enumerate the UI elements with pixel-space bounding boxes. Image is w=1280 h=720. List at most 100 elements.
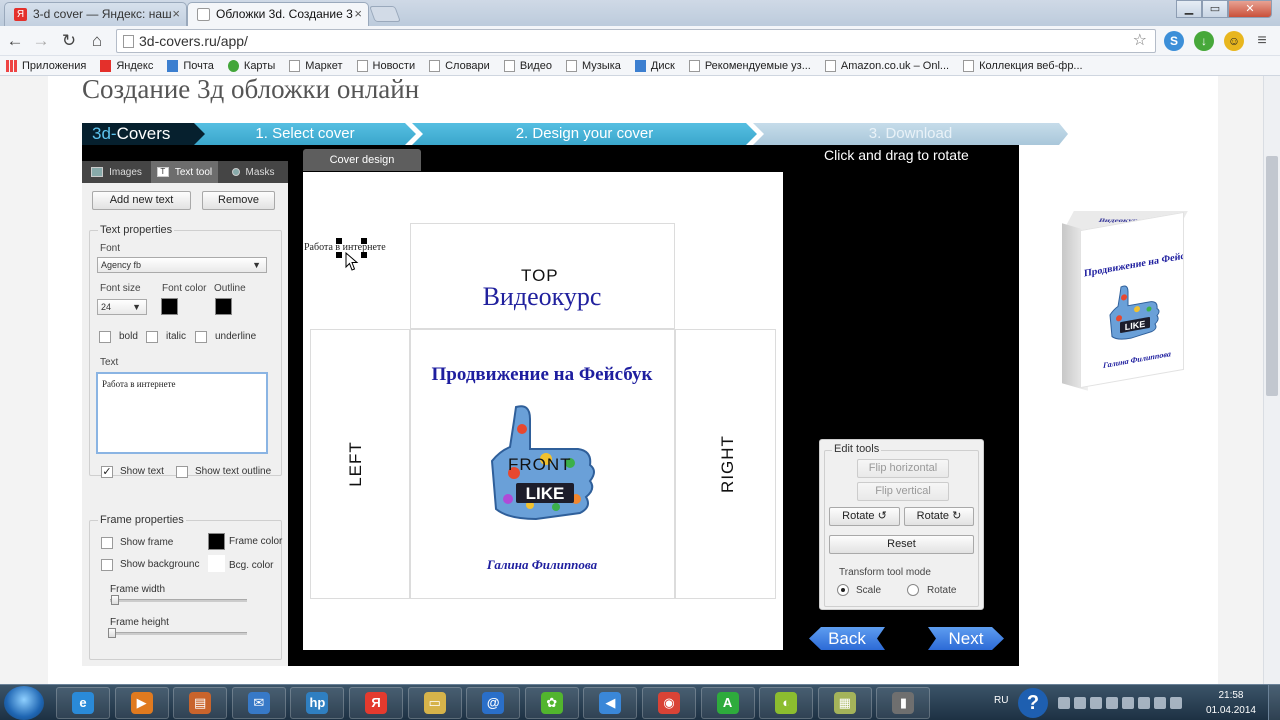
underline-checkbox[interactable]: [195, 331, 207, 343]
tray-app-icon[interactable]: [1106, 697, 1118, 709]
frame-width-slider[interactable]: [110, 599, 247, 602]
resize-handle[interactable]: [336, 252, 342, 258]
taskbar-app-button[interactable]: ▦: [817, 687, 872, 719]
font-select[interactable]: Agency fb ▼: [97, 257, 267, 273]
3d-cover-preview[interactable]: Видеокурс Продвижение на Фейсбук LIKE Га…: [1062, 211, 1188, 391]
bookmark-item[interactable]: Amazon.co.uk – Onl...: [824, 59, 949, 72]
resize-handle[interactable]: [361, 252, 367, 258]
show-text-checkbox[interactable]: ✓: [101, 466, 113, 478]
download-icon[interactable]: ↓: [1194, 31, 1214, 51]
bookmark-star-icon[interactable]: ☆: [1133, 30, 1147, 52]
browser-tab-yandex[interactable]: Я 3-d cover — Яндекс: наш ×: [4, 2, 187, 26]
tray-app-icon[interactable]: [1122, 697, 1134, 709]
step-select-cover[interactable]: 1. Select cover: [194, 123, 416, 145]
volume-icon[interactable]: [1074, 697, 1086, 709]
taskbar-app-button[interactable]: hp: [290, 687, 345, 719]
maximize-button[interactable]: ▭: [1202, 0, 1228, 18]
menu-icon[interactable]: ≡: [1252, 31, 1272, 51]
rotate-cw-button[interactable]: Rotate ↻: [904, 507, 974, 526]
show-desktop-button[interactable]: [1268, 685, 1280, 720]
bookmark-item[interactable]: Приложения: [6, 59, 86, 72]
back-button[interactable]: Back: [809, 627, 885, 650]
smiley-icon[interactable]: ☺: [1224, 31, 1244, 51]
start-button[interactable]: [4, 686, 44, 720]
frame-width-slider-thumb[interactable]: [111, 595, 119, 605]
resize-handle[interactable]: [361, 238, 367, 244]
taskbar-app-button[interactable]: A: [700, 687, 755, 719]
frame-height-slider[interactable]: [110, 632, 247, 635]
font-size-select[interactable]: 24 ▼: [97, 299, 147, 315]
taskbar-app-button[interactable]: e: [56, 687, 110, 719]
front-face-title[interactable]: Продвижение на Фейсбук: [410, 364, 674, 386]
minimize-button[interactable]: ▁: [1176, 0, 1202, 18]
tab-masks[interactable]: Masks: [218, 161, 288, 183]
cover-design-canvas[interactable]: TOP Видеокурс LEFT RIGHT Продвижение на …: [303, 172, 783, 650]
taskbar-app-button[interactable]: ▶: [114, 687, 169, 719]
taskbar-app-button[interactable]: ◐: [759, 687, 814, 719]
skype-icon[interactable]: S: [1164, 31, 1184, 51]
address-bar[interactable]: 3d-covers.ru/app/ ☆: [116, 29, 1156, 53]
remove-text-button[interactable]: Remove: [202, 191, 275, 210]
show-frame-checkbox[interactable]: [101, 537, 113, 549]
site-logo[interactable]: 3d-Covers: [82, 123, 206, 145]
flip-vertical-button[interactable]: Flip vertical: [857, 482, 949, 501]
rotate-ccw-button[interactable]: Rotate ↺: [829, 507, 900, 526]
bookmark-item[interactable]: Музыка: [565, 59, 621, 72]
bookmark-item[interactable]: Яндекс: [100, 59, 153, 72]
bookmark-item[interactable]: Видео: [503, 59, 552, 72]
clock[interactable]: 21:58 01.04.2014: [1206, 688, 1256, 718]
back-arrow-icon[interactable]: ←: [4, 30, 26, 52]
front-face-author[interactable]: Галина Филиппова: [410, 557, 674, 573]
bookmark-item[interactable]: Карты: [227, 59, 275, 72]
reload-icon[interactable]: ↻: [58, 30, 80, 52]
show-text-outline-checkbox[interactable]: [176, 466, 188, 478]
close-tab-icon[interactable]: ×: [354, 3, 362, 25]
taskbar-app-button[interactable]: ✿: [524, 687, 579, 719]
bookmark-item[interactable]: Почта: [167, 59, 214, 72]
tab-text-tool[interactable]: T Text tool: [151, 161, 218, 183]
top-face-text[interactable]: Видеокурс: [410, 282, 674, 312]
add-new-text-button[interactable]: Add new text: [92, 191, 191, 210]
step-design-cover[interactable]: 2. Design your cover: [412, 123, 757, 145]
taskbar-app-button[interactable]: Я: [349, 687, 403, 719]
outline-color-swatch[interactable]: [215, 298, 232, 315]
home-icon[interactable]: ⌂: [86, 30, 108, 52]
scrollbar-thumb[interactable]: [1266, 156, 1278, 396]
help-icon[interactable]: ?: [1018, 688, 1048, 718]
bookmark-item[interactable]: Коллекция веб-фр...: [963, 59, 1083, 72]
bookmark-item[interactable]: Рекомендуемые уз...: [688, 59, 811, 72]
bookmark-item[interactable]: Словари: [429, 59, 490, 72]
frame-color-swatch[interactable]: [208, 533, 225, 550]
cover-design-tab[interactable]: Cover design: [303, 149, 421, 171]
rotate-radio[interactable]: [907, 584, 919, 596]
new-tab-button[interactable]: [369, 6, 401, 22]
forward-arrow-icon[interactable]: →: [30, 30, 52, 52]
resize-handle[interactable]: [336, 238, 342, 244]
taskbar-app-button[interactable]: ▮: [876, 687, 931, 719]
close-tab-icon[interactable]: ×: [172, 3, 180, 25]
bookmark-item[interactable]: Маркет: [289, 59, 343, 72]
show-background-checkbox[interactable]: [101, 559, 113, 571]
reset-button[interactable]: Reset: [829, 535, 974, 554]
page-scrollbar[interactable]: [1263, 76, 1280, 684]
tray-app-icon[interactable]: [1170, 697, 1182, 709]
tab-images[interactable]: Images: [82, 161, 151, 183]
network-icon[interactable]: [1090, 697, 1102, 709]
bold-checkbox[interactable]: [99, 331, 111, 343]
tray-app-icon[interactable]: [1138, 697, 1150, 709]
next-button[interactable]: Next: [928, 627, 1004, 650]
close-window-button[interactable]: ✕: [1228, 0, 1272, 18]
bcg-color-swatch[interactable]: [208, 555, 225, 572]
scale-radio[interactable]: [837, 584, 849, 596]
bookmark-item[interactable]: Новости: [356, 59, 415, 72]
taskbar-app-button[interactable]: ▭: [407, 687, 462, 719]
font-color-swatch[interactable]: [161, 298, 178, 315]
step-download[interactable]: 3. Download: [753, 123, 1068, 145]
browser-tab-covers[interactable]: Обложки 3d. Создание 3 ×: [187, 2, 369, 26]
italic-checkbox[interactable]: [146, 331, 158, 343]
taskbar-app-button[interactable]: ▤: [173, 687, 228, 719]
language-indicator[interactable]: RU: [994, 695, 1008, 706]
taskbar-app-button[interactable]: ◉: [642, 687, 696, 719]
taskbar-app-button[interactable]: @: [466, 687, 521, 719]
tray-arrow-icon[interactable]: [1058, 697, 1070, 709]
